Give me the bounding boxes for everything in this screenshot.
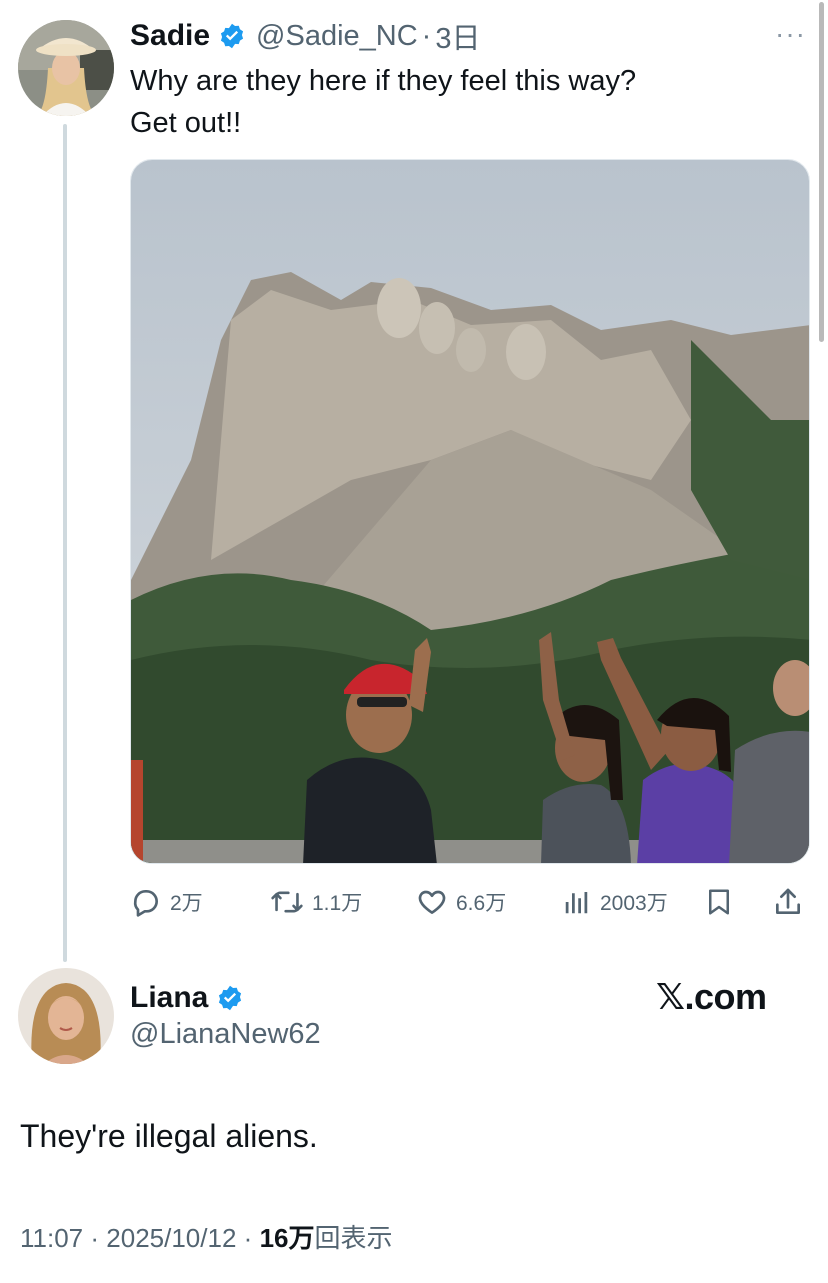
retweet-count: 1.1万 [312, 892, 363, 915]
reply-text: They're illegal aliens. [20, 1118, 318, 1154]
reply-count: 2万 [170, 892, 203, 915]
bookmark-button[interactable] [704, 880, 742, 924]
reply-date[interactable]: 2025/10/12 [106, 1223, 236, 1253]
author-name[interactable]: Sadie [130, 19, 210, 53]
tweet-text: Why are they here if they feel this way?… [130, 60, 790, 144]
more-options-icon[interactable]: ··· [775, 18, 806, 50]
thread-line [63, 124, 67, 962]
like-button[interactable]: 6.6万 [416, 880, 506, 924]
reply-bubble-icon [133, 890, 158, 917]
reply-view-count: 16万 [259, 1223, 315, 1253]
separator-dot: · [90, 1223, 100, 1253]
tweet-time[interactable]: 3日 [435, 15, 480, 57]
view-count: 2003万 [600, 892, 668, 915]
reply-views-label: 回表示 [314, 1223, 393, 1253]
share-button[interactable] [772, 880, 812, 924]
tweet-text-line: Get out!! [130, 107, 242, 139]
views-button[interactable]: 2003万 [562, 880, 668, 924]
reply-author-handle[interactable]: @LianaNew62 [130, 1018, 321, 1051]
reply-author-row: Liana [130, 976, 244, 1020]
separator-dot: · [243, 1223, 253, 1253]
x-com-watermark: 𝕏.com [656, 976, 767, 1017]
author-handle[interactable]: @Sadie_NC [256, 20, 418, 53]
reply-time[interactable]: 11:07 [20, 1223, 83, 1253]
reply-meta: 11:07 · 2025/10/12 · 16万回表示 [20, 1218, 393, 1255]
separator-dot: · [421, 19, 432, 52]
retweet-icon [271, 891, 303, 913]
bookmark-icon [709, 889, 729, 915]
like-count: 6.6万 [456, 892, 507, 915]
tweet-header: Sadie @Sadie_NC · 3日 [130, 16, 480, 56]
tweet-actions: 2万 1.1万 6.6万 2003万 [130, 880, 810, 924]
scrollbar[interactable] [819, 2, 824, 342]
reply-button[interactable]: 2万 [130, 880, 203, 924]
verified-badge-icon [219, 985, 242, 1011]
heart-icon [418, 890, 446, 914]
verified-badge-icon [220, 23, 244, 49]
share-upload-icon [776, 888, 800, 914]
avatar-sadie[interactable] [18, 20, 114, 116]
tweet-text-line: Why are they here if they feel this way? [130, 65, 637, 97]
bar-chart-icon [565, 892, 588, 914]
reply-author-name[interactable]: Liana [130, 981, 208, 1015]
tweet-photo[interactable] [130, 159, 810, 864]
avatar-liana[interactable] [18, 968, 114, 1064]
retweet-button[interactable]: 1.1万 [270, 880, 362, 924]
